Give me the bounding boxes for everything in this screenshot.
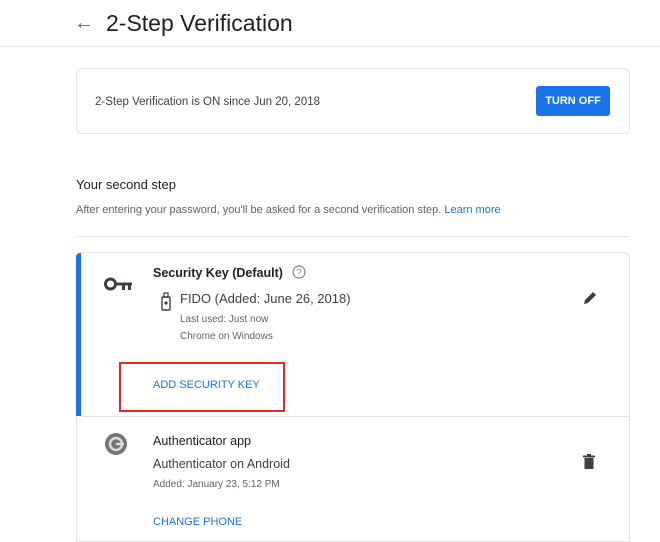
usb-key-icon bbox=[161, 292, 171, 311]
page-title: 2-Step Verification bbox=[106, 10, 293, 36]
security-key-title: Security Key (Default) bbox=[153, 266, 283, 280]
description-text: After entering your password, you'll be … bbox=[76, 204, 442, 216]
selected-accent-bar bbox=[76, 253, 81, 416]
header-divider bbox=[0, 46, 660, 47]
authenticator-device: Authenticator on Android bbox=[153, 457, 290, 471]
trash-icon[interactable] bbox=[582, 454, 596, 470]
turn-off-button[interactable]: TURN OFF bbox=[536, 86, 610, 116]
second-step-heading: Your second step bbox=[76, 177, 176, 192]
last-used-text: Last used: Just now bbox=[180, 314, 269, 325]
browser-info-text: Chrome on Windows bbox=[180, 331, 273, 342]
method-divider bbox=[82, 416, 629, 417]
learn-more-link[interactable]: Learn more bbox=[444, 204, 500, 216]
authenticator-title: Authenticator app bbox=[153, 434, 251, 448]
section-divider bbox=[76, 236, 630, 237]
pencil-icon[interactable] bbox=[582, 290, 598, 306]
authenticator-app-icon bbox=[105, 433, 127, 455]
status-text: 2-Step Verification is ON since Jun 20, … bbox=[95, 96, 321, 108]
change-phone-button[interactable]: CHANGE PHONE bbox=[153, 514, 242, 530]
add-security-key-button[interactable]: ADD SECURITY KEY bbox=[153, 377, 260, 393]
back-arrow-icon[interactable]: ← bbox=[74, 10, 94, 36]
key-icon bbox=[104, 277, 132, 291]
fido-device-label: FIDO (Added: June 26, 2018) bbox=[180, 291, 351, 306]
authenticator-added-date: Added: January 23, 5:12 PM bbox=[153, 479, 280, 490]
help-circle-icon[interactable]: ? bbox=[292, 265, 306, 279]
second-step-description: After entering your password, you'll be … bbox=[76, 202, 501, 218]
svg-text:?: ? bbox=[296, 267, 301, 277]
